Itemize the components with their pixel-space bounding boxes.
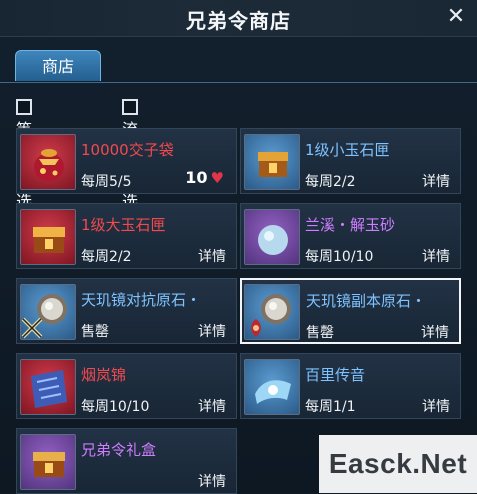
mirror-stone-icon bbox=[244, 284, 300, 340]
jade-box-icon bbox=[244, 134, 300, 190]
shop-item-selected[interactable]: 天玑镜副本原石・ 售罄 详情 bbox=[240, 278, 461, 344]
item-name: 兰溪・解玉砂 bbox=[305, 216, 396, 234]
detail-link[interactable]: 详情 bbox=[422, 396, 450, 416]
dungeon-badge-icon bbox=[251, 319, 261, 337]
shop-item[interactable]: 百里传音 每周1/1 详情 bbox=[240, 353, 461, 419]
detail-link[interactable]: 详情 bbox=[421, 322, 449, 342]
detail-link[interactable]: 详情 bbox=[198, 321, 226, 341]
shop-item[interactable]: 兰溪・解玉砂 每周10/10 详情 bbox=[240, 203, 461, 269]
level-filter-checkbox[interactable] bbox=[16, 99, 32, 115]
shop-item[interactable]: 烟岚锦 每周10/10 详情 bbox=[16, 353, 237, 419]
coin-pouch-icon bbox=[20, 134, 76, 190]
shop-item[interactable]: 天玑镜对抗原石・ 售罄 详情 bbox=[16, 278, 237, 344]
detail-link[interactable]: 详情 bbox=[198, 471, 226, 491]
currency-icon: ♥ bbox=[210, 169, 224, 187]
item-name: 1级大玉石匣 bbox=[81, 216, 166, 234]
detail-link[interactable]: 详情 bbox=[198, 246, 226, 266]
item-price-value: 10 bbox=[185, 168, 208, 187]
shop-window: 兄弟令商店 ✕ 商店 等级筛选 流派筛选 10000交子袋 每周5/5 10♥ bbox=[0, 0, 477, 494]
item-limit: 售罄 bbox=[306, 325, 334, 341]
detail-link[interactable]: 详情 bbox=[198, 396, 226, 416]
item-name: 天玑镜对抗原石・ bbox=[81, 291, 202, 309]
jade-sand-icon bbox=[244, 209, 300, 265]
shop-item[interactable]: 1级小玉石匣 每周2/2 详情 bbox=[240, 128, 461, 194]
brocade-icon bbox=[20, 359, 76, 415]
message-icon bbox=[244, 359, 300, 415]
detail-link[interactable]: 详情 bbox=[422, 246, 450, 266]
title-bar: 兄弟令商店 ✕ bbox=[0, 0, 477, 37]
item-limit: 每周2/2 bbox=[81, 249, 132, 265]
item-limit: 每周10/10 bbox=[305, 249, 374, 265]
tab-bar: 商店 bbox=[0, 36, 477, 83]
filter-school[interactable]: 流派筛选 bbox=[122, 94, 144, 211]
mirror-stone-icon bbox=[20, 284, 76, 340]
detail-link[interactable]: 详情 bbox=[422, 171, 450, 191]
tab-shop[interactable]: 商店 bbox=[15, 50, 101, 81]
item-limit: 每周2/2 bbox=[305, 174, 356, 190]
item-name: 烟岚锦 bbox=[81, 366, 127, 384]
school-filter-checkbox[interactable] bbox=[122, 99, 138, 115]
item-name: 兄弟令礼盒 bbox=[81, 441, 157, 459]
shop-item[interactable]: 10000交子袋 每周5/5 10 ♥ bbox=[16, 128, 237, 194]
close-icon[interactable]: ✕ bbox=[443, 4, 469, 30]
shop-item[interactable]: 兄弟令礼盒 详情 bbox=[16, 428, 237, 494]
item-limit: 每周5/5 bbox=[81, 174, 132, 190]
item-name: 天玑镜副本原石・ bbox=[306, 292, 427, 310]
item-price: 10 ♥ bbox=[185, 168, 224, 187]
gift-box-icon bbox=[20, 434, 76, 490]
window-title: 兄弟令商店 bbox=[186, 9, 291, 33]
jade-box-icon bbox=[20, 209, 76, 265]
item-limit: 售罄 bbox=[81, 324, 109, 340]
item-limit: 每周1/1 bbox=[305, 399, 356, 415]
item-name: 1级小玉石匣 bbox=[305, 141, 390, 159]
item-limit: 每周10/10 bbox=[81, 399, 150, 415]
item-name: 百里传音 bbox=[305, 366, 366, 384]
watermark: Easck.Net bbox=[319, 435, 477, 493]
shop-item[interactable]: 1级大玉石匣 每周2/2 详情 bbox=[16, 203, 237, 269]
filter-level[interactable]: 等级筛选 bbox=[16, 94, 38, 211]
pvp-badge-icon bbox=[21, 317, 43, 339]
item-name: 10000交子袋 bbox=[81, 141, 174, 159]
